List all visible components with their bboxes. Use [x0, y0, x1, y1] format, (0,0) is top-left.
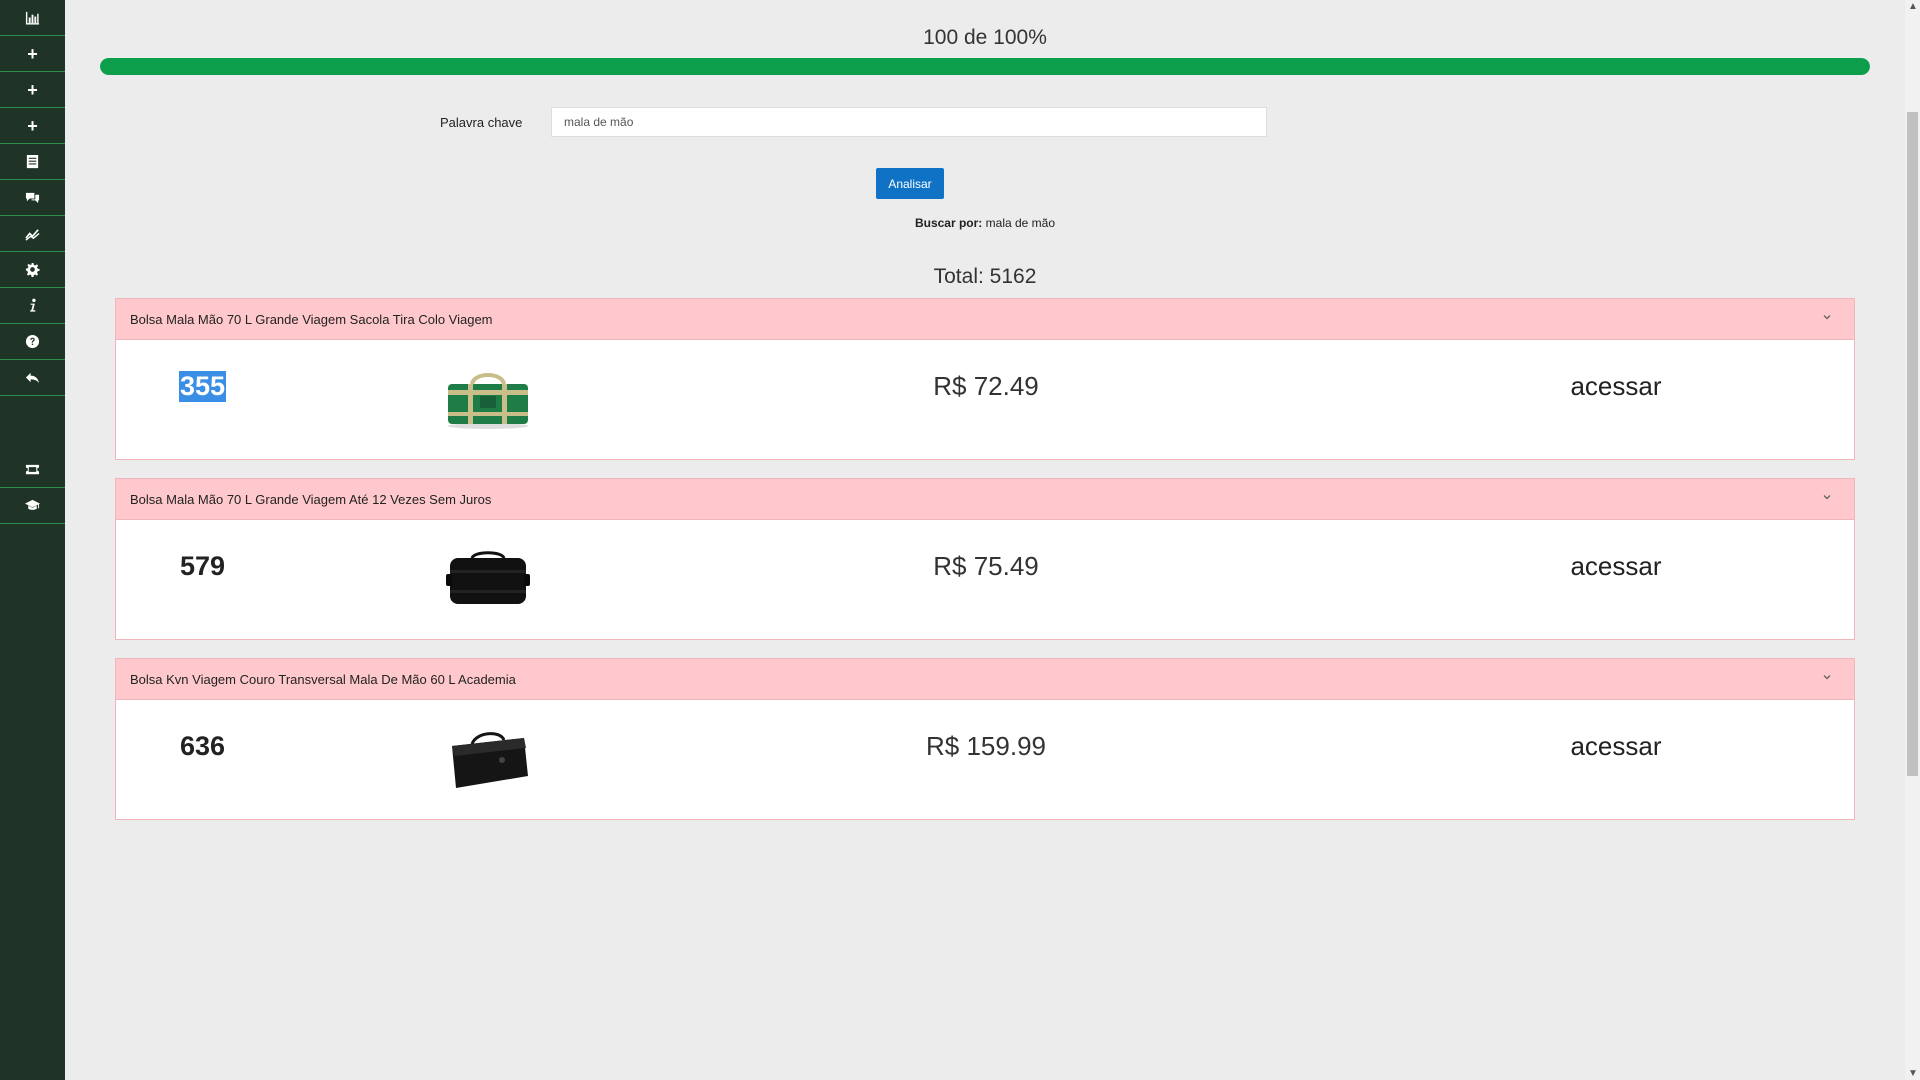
- sidebar-item-add-2[interactable]: +: [0, 72, 65, 108]
- product-title: Bolsa Kvn Viagem Couro Transversal Mala …: [130, 671, 516, 687]
- sidebar-item-document[interactable]: [0, 144, 65, 180]
- product-access-link[interactable]: acessar: [1466, 731, 1766, 762]
- product-access-link[interactable]: acessar: [1466, 371, 1766, 402]
- product-access-link[interactable]: acessar: [1466, 551, 1766, 582]
- plus-icon: +: [27, 79, 38, 100]
- graduation-cap-icon: [25, 499, 40, 510]
- product-image[interactable]: [442, 368, 534, 430]
- sidebar-item-add-1[interactable]: +: [0, 36, 65, 72]
- document-icon: [26, 154, 39, 169]
- sidebar-item-settings[interactable]: [0, 252, 65, 288]
- product-price: R$ 159.99: [926, 731, 1046, 761]
- scrollbar[interactable]: ▲ ▼: [1905, 0, 1920, 1080]
- product-price: R$ 75.49: [933, 551, 1039, 581]
- chevron-down-icon: [1823, 495, 1831, 500]
- product-price: R$ 72.49: [933, 371, 1039, 401]
- sidebar-item-comments[interactable]: [0, 180, 65, 216]
- sidebar-item-help[interactable]: [0, 324, 65, 360]
- comments-icon: [25, 192, 40, 204]
- sidebar-item-info[interactable]: [0, 288, 65, 324]
- product-card: Bolsa Mala Mão 70 L Grande Viagem Até 12…: [115, 478, 1855, 640]
- product-card: Bolsa Mala Mão 70 L Grande Viagem Sacola…: [115, 298, 1855, 460]
- search-summary-label: Buscar por:: [914, 216, 983, 230]
- scroll-up-icon[interactable]: ▲: [1908, 2, 1918, 12]
- reply-icon: [25, 372, 40, 384]
- bar-chart-icon: [25, 11, 40, 25]
- sidebar: + + +: [0, 0, 65, 1080]
- sidebar-item-add-3[interactable]: +: [0, 108, 65, 144]
- total-count: Total: 5162: [933, 265, 1037, 288]
- line-chart-icon: [25, 229, 40, 241]
- product-card-body: 636 R$ 159.99 acessar: [116, 700, 1854, 819]
- keyword-label: Palavra chave: [440, 115, 523, 130]
- scroll-down-icon[interactable]: ▼: [1908, 1069, 1918, 1079]
- progress-label: 100 de 100%: [923, 26, 1047, 49]
- product-card-header[interactable]: Bolsa Mala Mão 70 L Grande Viagem Sacola…: [116, 299, 1854, 340]
- product-rank: 636: [180, 731, 226, 761]
- chevron-down-icon: [1823, 675, 1831, 680]
- product-card: Bolsa Kvn Viagem Couro Transversal Mala …: [115, 658, 1855, 820]
- ticket-icon: [25, 464, 40, 475]
- sidebar-item-training[interactable]: [0, 488, 65, 524]
- scrollbar-thumb[interactable]: [1907, 112, 1918, 776]
- keyword-input[interactable]: [551, 107, 1267, 137]
- search-summary-value: mala de mão: [985, 216, 1056, 230]
- info-icon: [30, 298, 36, 312]
- product-image[interactable]: [442, 548, 534, 610]
- product-card-body: 579 R$ 75.49 acessar: [116, 520, 1854, 639]
- product-card-header[interactable]: Bolsa Kvn Viagem Couro Transversal Mala …: [116, 659, 1854, 700]
- chevron-down-icon: [1823, 315, 1831, 320]
- product-card-header[interactable]: Bolsa Mala Mão 70 L Grande Viagem Até 12…: [116, 479, 1854, 520]
- product-card-body: 355 R$ 72.49 acessar: [116, 340, 1854, 459]
- product-image[interactable]: [442, 728, 534, 790]
- product-title: Bolsa Mala Mão 70 L Grande Viagem Até 12…: [130, 491, 492, 507]
- plus-icon: +: [27, 115, 38, 136]
- product-rank: 355: [179, 371, 227, 402]
- progress-bar-fill: [100, 58, 1870, 75]
- sidebar-item-ticket[interactable]: [0, 452, 65, 488]
- question-icon: [25, 334, 40, 349]
- sidebar-item-back[interactable]: [0, 360, 65, 396]
- main-content: 100 de 100% Palavra chave Analisar Busca…: [65, 0, 1905, 1080]
- search-summary: Buscar por: mala de mão: [65, 216, 1905, 230]
- product-rank: 579: [180, 551, 226, 581]
- plus-icon: +: [27, 43, 38, 64]
- analyze-button[interactable]: Analisar: [876, 168, 944, 199]
- sidebar-item-dashboard[interactable]: [0, 0, 65, 36]
- gear-icon: [25, 262, 40, 277]
- sidebar-item-trends[interactable]: [0, 216, 65, 252]
- progress-bar: [100, 58, 1870, 75]
- product-title: Bolsa Mala Mão 70 L Grande Viagem Sacola…: [130, 311, 493, 327]
